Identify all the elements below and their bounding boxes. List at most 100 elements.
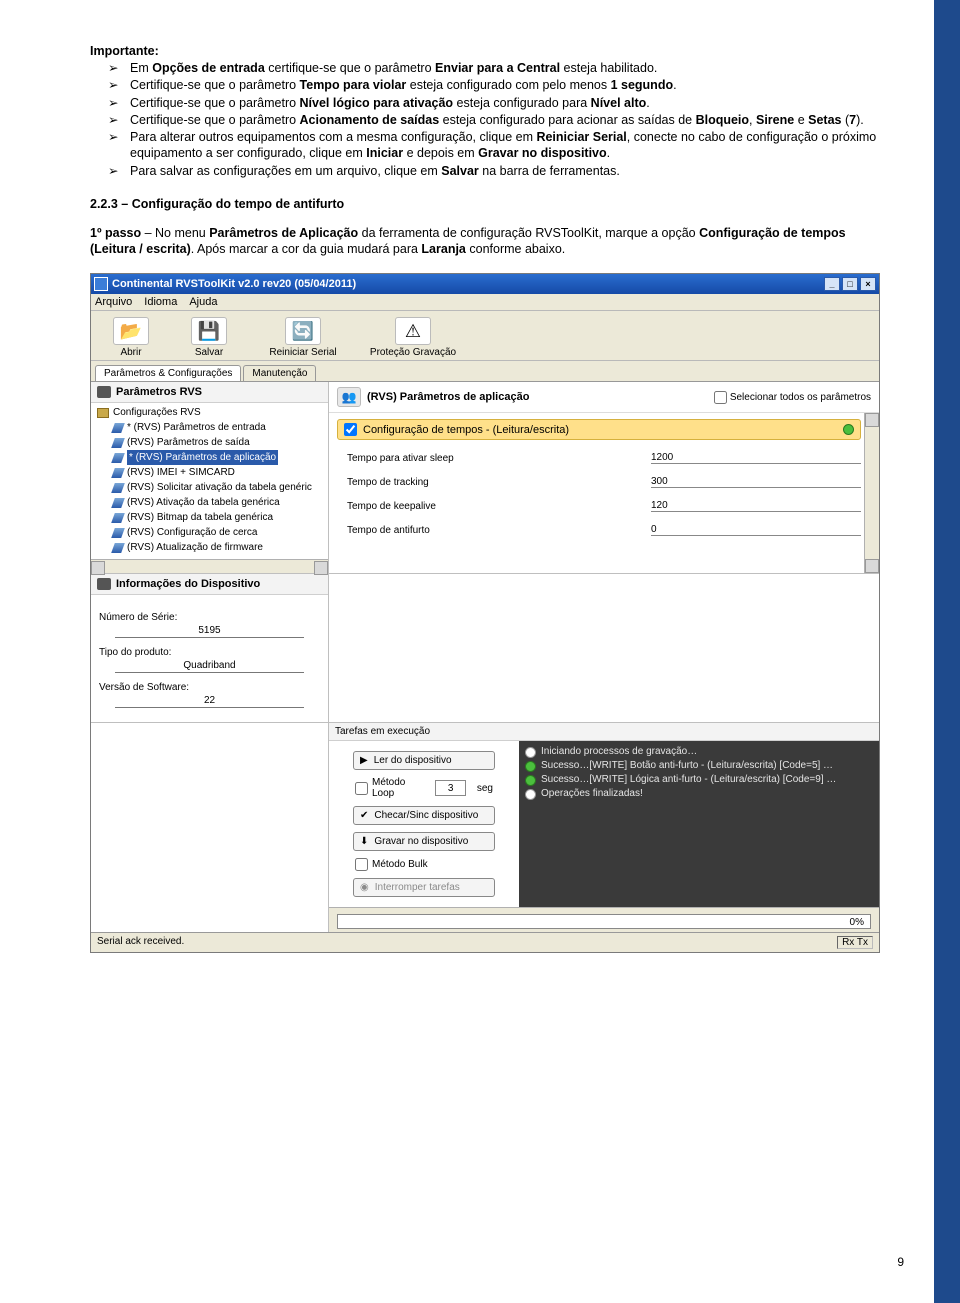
progress-text: 0% bbox=[850, 915, 864, 930]
param-label: Tempo de keepalive bbox=[347, 501, 651, 512]
bullet-text: Para alterar outros equipamentos com a m… bbox=[130, 129, 890, 162]
param-value[interactable]: 300 bbox=[651, 476, 861, 488]
pen-icon bbox=[111, 513, 125, 523]
menu-idioma[interactable]: Idioma bbox=[144, 296, 177, 308]
info-icon bbox=[525, 747, 536, 758]
device-info-panel: Informações do Dispositivo Número de Sér… bbox=[91, 573, 328, 722]
tasks-area bbox=[329, 573, 879, 574]
progress-wrap: 0% bbox=[329, 907, 879, 932]
protecao-icon: ⚠ bbox=[395, 317, 431, 345]
sw-version-label: Versão de Software: bbox=[99, 682, 320, 693]
right-header: 👥 (RVS) Parâmetros de aplicação Selecion… bbox=[329, 382, 879, 413]
log-line-0: Iniciando processos de gravação… bbox=[525, 745, 873, 759]
tree-item-2[interactable]: * (RVS) Parâmetros de aplicação bbox=[97, 450, 326, 465]
success-icon bbox=[525, 775, 536, 786]
pen-icon bbox=[111, 423, 125, 433]
loop-method-row[interactable]: Método Loop 3 seg bbox=[353, 777, 495, 799]
close-button[interactable]: × bbox=[860, 277, 876, 291]
tree-item-6[interactable]: (RVS) Bitmap da tabela genérica bbox=[97, 510, 326, 525]
read-device-button[interactable]: ▶Ler do dispositivo bbox=[353, 751, 495, 770]
tree-item-5[interactable]: (RVS) Ativação da tabela genérica bbox=[97, 495, 326, 510]
folder-icon bbox=[97, 408, 109, 418]
bullet-arrow-icon: ➢ bbox=[108, 95, 130, 111]
tab-0[interactable]: Parâmetros & Configurações bbox=[95, 365, 241, 381]
bullet-text: Certifique-se que o parâmetro Acionament… bbox=[130, 112, 890, 128]
param-value[interactable]: 1200 bbox=[651, 452, 861, 464]
bullet-arrow-icon: ➢ bbox=[108, 129, 130, 145]
pen-icon bbox=[111, 468, 125, 478]
minimize-button[interactable]: _ bbox=[824, 277, 840, 291]
params-vscroll[interactable] bbox=[864, 413, 879, 573]
abrir-button[interactable]: 📂Abrir bbox=[97, 315, 165, 360]
device-info-title: Informações do Dispositivo bbox=[116, 578, 260, 590]
interrupt-button[interactable]: ◉Interromper tarefas bbox=[353, 878, 495, 897]
menu-arquivo[interactable]: Arquivo bbox=[95, 296, 132, 308]
pen-icon bbox=[111, 453, 125, 463]
write-icon: ⬇ bbox=[360, 836, 368, 847]
loop-checkbox[interactable] bbox=[355, 782, 368, 795]
left-panel-header: Parâmetros RVS bbox=[91, 382, 328, 403]
right-title: (RVS) Parâmetros de aplicação bbox=[367, 391, 714, 403]
param-label: Tempo para ativar sleep bbox=[347, 453, 651, 464]
left-panel-title: Parâmetros RVS bbox=[116, 386, 202, 398]
status-text: Serial ack received. bbox=[97, 936, 184, 949]
pen-icon bbox=[111, 438, 125, 448]
titlebar: Continental RVSToolKit v2.0 rev20 (05/04… bbox=[91, 274, 879, 294]
param-row-0[interactable]: Tempo para ativar sleep1200 bbox=[347, 446, 861, 470]
param-label: Tempo de antifurto bbox=[347, 525, 651, 536]
tree-item-3[interactable]: (RVS) IMEI + SIMCARD bbox=[97, 465, 326, 480]
reiniciar-button[interactable]: 🔄Reiniciar Serial bbox=[253, 315, 353, 360]
side-stripe bbox=[934, 0, 960, 1303]
bullet-arrow-icon: ➢ bbox=[108, 163, 130, 179]
loop-spinner[interactable]: 3 bbox=[435, 780, 466, 796]
tree-item-0[interactable]: * (RVS) Parâmetros de entrada bbox=[97, 420, 326, 435]
param-row-3[interactable]: Tempo de antifurto0 bbox=[347, 518, 861, 542]
tree-root[interactable]: Configurações RVS bbox=[97, 405, 326, 420]
tasks-header: Tarefas em execução bbox=[329, 723, 879, 741]
bulk-method-row[interactable]: Método Bulk bbox=[353, 858, 495, 871]
bulk-checkbox[interactable] bbox=[355, 858, 368, 871]
group-header[interactable]: Configuração de tempos - (Leitura/escrit… bbox=[337, 419, 861, 440]
param-row-1[interactable]: Tempo de tracking300 bbox=[347, 470, 861, 494]
log-line-1: Sucesso…[WRITE] Botão anti-furto - (Leit… bbox=[525, 759, 873, 773]
tab-1[interactable]: Manutenção bbox=[243, 365, 316, 381]
tab-strip: Parâmetros & ConfiguraçõesManutenção bbox=[91, 361, 879, 382]
section-heading: 2.2.3 – Configuração do tempo de antifur… bbox=[90, 197, 890, 211]
play-icon: ▶ bbox=[360, 755, 368, 766]
tree-item-8[interactable]: (RVS) Atualização de firmware bbox=[97, 540, 326, 555]
bullet-text: Em Opções de entrada certifique-se que o… bbox=[130, 60, 890, 76]
select-all-label: Selecionar todos os parâmetros bbox=[730, 392, 871, 403]
bullet-arrow-icon: ➢ bbox=[108, 77, 130, 93]
bullet-text: Certifique-se que o parâmetro Tempo para… bbox=[130, 77, 890, 93]
group-checkbox[interactable] bbox=[344, 423, 357, 436]
right-column: 👥 (RVS) Parâmetros de aplicação Selecion… bbox=[329, 382, 879, 722]
param-value[interactable]: 0 bbox=[651, 524, 861, 536]
app-icon bbox=[94, 277, 108, 291]
param-value[interactable]: 120 bbox=[651, 500, 861, 512]
maximize-button[interactable]: □ bbox=[842, 277, 858, 291]
select-all-checkbox[interactable]: Selecionar todos os parâmetros bbox=[714, 391, 871, 404]
tree-item-7[interactable]: (RVS) Configuração de cerca bbox=[97, 525, 326, 540]
menu-ajuda[interactable]: Ajuda bbox=[189, 296, 217, 308]
tree-hscroll[interactable] bbox=[91, 559, 328, 573]
important-bullets: ➢Em Opções de entrada certifique-se que … bbox=[108, 60, 890, 179]
salvar-button[interactable]: 💾Salvar bbox=[175, 315, 243, 360]
success-icon bbox=[525, 761, 536, 772]
salvar-icon: 💾 bbox=[191, 317, 227, 345]
app-window: Continental RVSToolKit v2.0 rev20 (05/04… bbox=[90, 273, 880, 953]
check-sync-button[interactable]: ✔Checar/Sinc dispositivo bbox=[353, 806, 495, 825]
abrir-icon: 📂 bbox=[113, 317, 149, 345]
tree-item-4[interactable]: (RVS) Solicitar ativação da tabela genér… bbox=[97, 480, 326, 495]
select-all-input[interactable] bbox=[714, 391, 727, 404]
param-row-2[interactable]: Tempo de keepalive120 bbox=[347, 494, 861, 518]
rxtx-indicator: Rx Tx bbox=[837, 936, 873, 949]
group-label: Configuração de tempos - (Leitura/escrit… bbox=[363, 424, 569, 436]
product-type-value: Quadriband bbox=[115, 660, 304, 673]
serial-label: Número de Série: bbox=[99, 612, 320, 623]
tree-item-1[interactable]: (RVS) Parâmetros de saída bbox=[97, 435, 326, 450]
write-device-button[interactable]: ⬇Gravar no dispositivo bbox=[353, 832, 495, 851]
protecao-button[interactable]: ⚠Proteção Gravação bbox=[363, 315, 463, 360]
config-tree[interactable]: Configurações RVS* (RVS) Parâmetros de e… bbox=[91, 403, 328, 559]
device-info-header: Informações do Dispositivo bbox=[91, 574, 328, 595]
menubar: Arquivo Idioma Ajuda bbox=[91, 294, 879, 311]
